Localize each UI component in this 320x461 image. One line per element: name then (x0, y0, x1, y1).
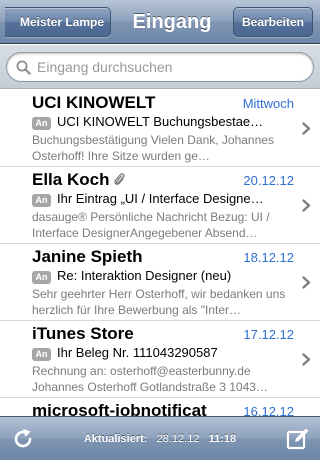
message-sender: UCI KINOWELT (32, 93, 156, 112)
message-sender: microsoft-jobnotificat (32, 401, 207, 416)
chevron-right-icon (302, 276, 311, 289)
refresh-icon[interactable] (11, 427, 35, 451)
recipient-badge: An (32, 194, 51, 207)
message-sender-name: Ella Koch (32, 170, 110, 189)
chevron-right-icon (302, 122, 311, 135)
back-button-label: Meister Lampe (19, 15, 105, 29)
search-bar: Eingang durchsuchen (0, 45, 320, 89)
message-subject: UCI KINOWELT Buchungsbestae… (57, 114, 264, 129)
navigation-bar: Meister Lampe Eingang Bearbeiten (0, 0, 320, 44)
message-preview: Sehr geehrter Herr Osterhoff, wir bedank… (32, 287, 286, 317)
message-date: 16.12.12 (243, 404, 294, 416)
search-icon (16, 60, 31, 75)
recipient-badge: An (32, 348, 51, 361)
compose-icon[interactable] (286, 427, 310, 451)
message-date: 17.12.12 (243, 327, 294, 342)
message-subject-row: An UCI KINOWELT Buchungsbestae… (32, 114, 288, 131)
status-label: Aktualisiert: (83, 433, 148, 445)
message-sender: Ella Koch (32, 170, 226, 190)
message-subject: Ihr Eintrag „UI / Interface Designe… (57, 191, 264, 206)
chevron-right-icon (302, 353, 311, 366)
recipient-badge: An (32, 117, 51, 130)
message-date: 18.12.12 (243, 250, 294, 265)
back-button[interactable]: Meister Lampe (5, 7, 111, 37)
chevron-right-icon (302, 199, 311, 212)
message-subject: Re: Interaktion Designer (neu) (57, 268, 232, 283)
message-date: 20.12.12 (243, 173, 294, 188)
message-sender: Janine Spieth (32, 247, 143, 266)
recipient-badge: An (32, 271, 51, 284)
status-date: 28.12.12 (156, 433, 200, 445)
message-preview: dasauge® Persönliche Nachricht Bezug: UI… (32, 210, 270, 240)
message-list: UCI KINOWELT Mittwoch An UCI KINOWELT Buc… (0, 90, 320, 416)
update-status: Aktualisiert: 28.12.12 11:18 (60, 417, 260, 461)
message-row-itunes-store[interactable]: iTunes Store 17.12.12 An Ihr Beleg Nr. 11… (0, 321, 320, 398)
paperclip-icon (114, 173, 126, 185)
page-title: Eingang (132, 11, 212, 33)
search-input[interactable]: Eingang durchsuchen (6, 52, 314, 82)
message-date: Mittwoch (242, 96, 294, 111)
message-preview: Buchungsbestätigung Vielen Dank, Johanne… (32, 133, 274, 163)
message-row-ella-koch[interactable]: Ella Koch 20.12.12 An Ihr Eintrag „UI / I… (0, 167, 320, 244)
message-preview: Rechnung an: osterhoff@easterbunny.de Jo… (32, 364, 268, 394)
message-sender: iTunes Store (32, 324, 134, 343)
message-subject-row: An Ihr Eintrag „UI / Interface Designe… (32, 191, 288, 208)
message-row-janine-spieth[interactable]: Janine Spieth 18.12.12 An Re: Interaktion… (0, 244, 320, 321)
bottom-toolbar: Aktualisiert: 28.12.12 11:18 (0, 416, 320, 460)
message-subject-row: An Re: Interaktion Designer (neu) (32, 268, 288, 285)
search-placeholder: Eingang durchsuchen (37, 59, 173, 75)
message-subject-row: An Ihr Beleg Nr. 111043290587 (32, 345, 288, 362)
edit-button[interactable]: Bearbeiten (233, 7, 313, 37)
message-row-microsoft-jobnotification[interactable]: microsoft-jobnotificat 16.12.12 (0, 398, 320, 416)
status-time: 11:18 (208, 433, 237, 445)
message-row-uci-kinowelt[interactable]: UCI KINOWELT Mittwoch An UCI KINOWELT Buc… (0, 90, 320, 167)
edit-button-label: Bearbeiten (241, 15, 305, 29)
message-subject: Ihr Beleg Nr. 111043290587 (57, 345, 218, 360)
